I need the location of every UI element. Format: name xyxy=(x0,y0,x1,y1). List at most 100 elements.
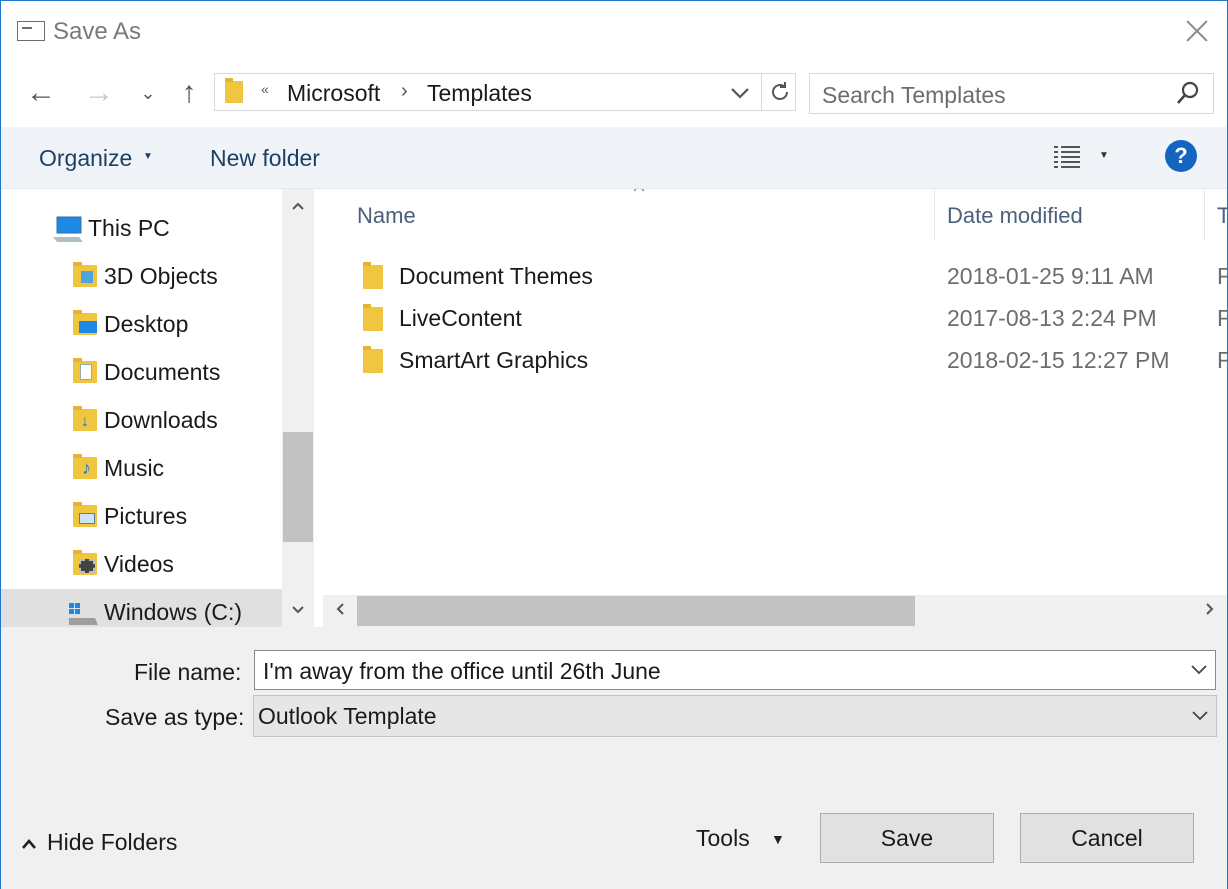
window-icon xyxy=(17,21,45,41)
refresh-button[interactable] xyxy=(761,74,797,110)
navigation-pane: This PC 3D Objects Desktop Documents ↓ D… xyxy=(1,189,282,627)
hide-folders-label: Hide Folders xyxy=(47,829,178,855)
forward-button[interactable]: → xyxy=(81,73,117,113)
file-row[interactable]: LiveContent 2017-08-13 2:24 PM F xyxy=(319,297,1227,339)
new-folder-button[interactable]: New folder xyxy=(210,145,320,172)
file-name: LiveContent xyxy=(399,305,522,331)
file-name-field[interactable]: I'm away from the office until 26th June xyxy=(254,650,1216,690)
column-header-name[interactable]: Name xyxy=(357,203,416,229)
breadcrumb-overflow-button[interactable]: « xyxy=(261,81,269,97)
address-dropdown-button[interactable] xyxy=(729,78,751,114)
search-input[interactable]: Search Templates xyxy=(809,73,1214,114)
save-as-dialog: Save As ← → ⌄ ↑ « Microsoft › Templates … xyxy=(0,0,1228,889)
scrollbar-thumb[interactable] xyxy=(283,432,313,542)
organize-dropdown-icon[interactable]: ▼ xyxy=(143,151,153,162)
up-button[interactable]: ↑ xyxy=(171,73,207,113)
scroll-up-icon[interactable] xyxy=(282,189,314,223)
file-date: 2017-08-13 2:24 PM xyxy=(947,305,1157,331)
scroll-left-icon[interactable] xyxy=(323,595,357,627)
tree-item-label: Windows (C:) xyxy=(104,599,243,625)
tree-item-pictures[interactable]: Pictures xyxy=(1,493,282,541)
music-folder-icon: ♪ xyxy=(73,454,97,479)
downloads-folder-icon: ↓ xyxy=(73,406,97,431)
tree-item-this-pc[interactable]: This PC xyxy=(1,205,282,253)
scroll-down-icon[interactable] xyxy=(282,593,314,627)
hide-folders-button[interactable]: Hide Folders xyxy=(21,829,177,856)
tree-item-label: Pictures xyxy=(104,503,188,529)
search-placeholder: Search Templates xyxy=(822,82,1006,108)
back-button[interactable]: ← xyxy=(23,73,59,113)
close-button[interactable] xyxy=(1179,13,1215,49)
file-date: 2018-01-25 9:11 AM xyxy=(947,263,1154,289)
breadcrumb-item[interactable]: Microsoft xyxy=(287,80,380,107)
tree-item-3d-objects[interactable]: 3D Objects xyxy=(1,253,282,301)
file-row[interactable]: Document Themes 2018-01-25 9:11 AM F xyxy=(319,255,1227,297)
drive-icon xyxy=(69,603,98,625)
file-list-scrollbar[interactable] xyxy=(323,595,1227,627)
column-divider[interactable] xyxy=(1204,189,1205,241)
tree-item-desktop[interactable]: Desktop xyxy=(1,301,282,349)
nav-pane-scrollbar[interactable] xyxy=(282,189,314,627)
chevron-down-icon[interactable] xyxy=(1190,705,1210,725)
window-title: Save As xyxy=(53,18,142,45)
view-details-icon[interactable] xyxy=(1053,143,1081,171)
recent-locations-button[interactable]: ⌄ xyxy=(133,73,163,113)
tools-dropdown-icon[interactable]: ▼ xyxy=(771,831,785,847)
organize-button[interactable]: Organize xyxy=(39,145,132,172)
navigation-bar: ← → ⌄ ↑ « Microsoft › Templates Search T… xyxy=(1,61,1227,127)
folder-icon xyxy=(363,346,383,373)
scroll-right-icon[interactable] xyxy=(1193,595,1227,627)
column-divider[interactable] xyxy=(934,189,935,241)
tree-item-downloads[interactable]: ↓ Downloads xyxy=(1,397,282,445)
search-icon[interactable] xyxy=(1175,80,1201,106)
save-type-select[interactable]: Outlook Template xyxy=(253,695,1217,737)
tree-item-documents[interactable]: Documents xyxy=(1,349,282,397)
save-options-panel: File name: I'm away from the office unti… xyxy=(1,627,1227,889)
file-list: Name Date modified T Document Themes 201… xyxy=(319,189,1227,627)
file-name-value[interactable]: I'm away from the office until 26th June xyxy=(263,658,661,685)
videos-folder-icon xyxy=(73,550,97,575)
file-type: F xyxy=(1217,305,1227,331)
title-bar: Save As xyxy=(1,1,1227,61)
breadcrumb-item[interactable]: Templates xyxy=(427,80,532,107)
tools-button[interactable]: Tools xyxy=(696,825,750,852)
tree-item-label: Desktop xyxy=(104,311,189,337)
computer-icon xyxy=(53,216,83,242)
cancel-button[interactable]: Cancel xyxy=(1020,813,1194,863)
save-type-value: Outlook Template xyxy=(258,703,437,729)
tree-item-videos[interactable]: Videos xyxy=(1,541,282,589)
address-bar[interactable]: « Microsoft › Templates xyxy=(214,73,796,111)
tree-item-music[interactable]: ♪ Music xyxy=(1,445,282,493)
3d-objects-folder-icon xyxy=(73,262,97,287)
help-button[interactable]: ? xyxy=(1165,140,1197,172)
tree-item-label: Music xyxy=(104,455,165,481)
file-type: F xyxy=(1217,263,1227,289)
tree-item-windows-c[interactable]: Windows (C:) xyxy=(1,589,282,627)
column-header-date-modified[interactable]: Date modified xyxy=(947,203,1083,229)
breadcrumb-separator-icon[interactable]: › xyxy=(401,80,408,103)
documents-folder-icon xyxy=(73,358,97,383)
folder-icon xyxy=(225,78,243,103)
scrollbar-thumb[interactable] xyxy=(357,596,915,626)
file-row[interactable]: SmartArt Graphics 2018-02-15 12:27 PM F xyxy=(319,339,1227,381)
pictures-folder-icon xyxy=(73,502,97,527)
tree-item-label: Videos xyxy=(104,551,174,577)
chevron-up-icon xyxy=(22,838,36,849)
file-date: 2018-02-15 12:27 PM xyxy=(947,347,1170,373)
folder-icon xyxy=(363,262,383,289)
file-name: Document Themes xyxy=(399,263,593,289)
file-name-label: File name: xyxy=(134,659,242,685)
view-dropdown-icon[interactable]: ▼ xyxy=(1099,150,1109,161)
folder-icon xyxy=(363,304,383,331)
chevron-down-icon[interactable] xyxy=(1189,659,1209,679)
save-type-label: Save as type: xyxy=(105,704,245,730)
tree-item-label: Documents xyxy=(104,359,221,385)
file-type: F xyxy=(1217,347,1227,373)
save-button[interactable]: Save xyxy=(820,813,994,863)
command-toolbar: Organize ▼ New folder ▼ ? xyxy=(1,127,1227,189)
desktop-folder-icon xyxy=(73,310,97,335)
column-header-type[interactable]: T xyxy=(1217,203,1227,229)
tree-item-label: 3D Objects xyxy=(104,263,218,289)
tree-item-label: Downloads xyxy=(104,407,218,433)
file-name: SmartArt Graphics xyxy=(399,347,589,373)
